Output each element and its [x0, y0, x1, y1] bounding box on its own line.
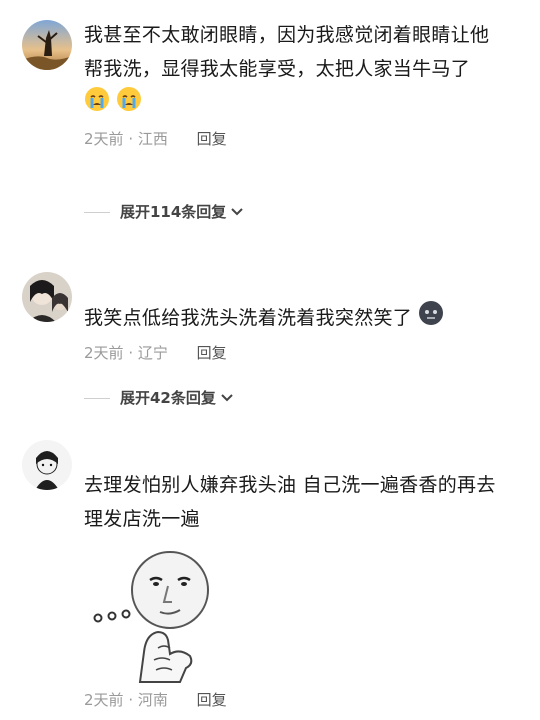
- chevron-down-icon: [230, 200, 244, 224]
- comment-text: 我甚至不太敢闭眼睛，因为我感觉闭着眼睛让他 帮我洗，显得我太能享受，太把人家当牛…: [84, 18, 516, 123]
- thinking-face-sticker[interactable]: [84, 544, 224, 684]
- comment-time: 2天前: [84, 691, 124, 709]
- avatar[interactable]: [22, 20, 72, 70]
- crying-face-icon: [84, 86, 110, 123]
- reply-button[interactable]: 回复: [197, 344, 227, 362]
- comment-location: 江西: [137, 130, 168, 148]
- crying-face-icon: [116, 86, 142, 123]
- expand-replies-button[interactable]: 展开42条回复: [84, 386, 234, 410]
- comment-meta: 2天前 · 河南 回复: [84, 691, 227, 709]
- expand-replies-button[interactable]: 展开114条回复: [84, 200, 244, 224]
- avatar[interactable]: [22, 272, 72, 322]
- comment-time: 2天前: [84, 344, 124, 362]
- comment-time: 2天前: [84, 130, 124, 148]
- comment-meta: 2天前 · 江西 回复: [84, 130, 227, 148]
- comment-location: 辽宁: [137, 344, 168, 362]
- comment-text: 我笑点低给我洗头洗着洗着我突然笑了: [84, 300, 516, 337]
- chevron-down-icon: [220, 386, 234, 410]
- avatar[interactable]: [22, 440, 72, 490]
- comment-text: 去理发怕别人嫌弃我头油 自己洗一遍香香的再去 理发店洗一遍: [84, 474, 496, 530]
- dark-face-icon: [418, 300, 444, 337]
- reply-button[interactable]: 回复: [197, 691, 227, 709]
- comment-location: 河南: [137, 691, 168, 709]
- reply-button[interactable]: 回复: [197, 130, 227, 148]
- comment-meta: 2天前 · 辽宁 回复: [84, 344, 227, 362]
